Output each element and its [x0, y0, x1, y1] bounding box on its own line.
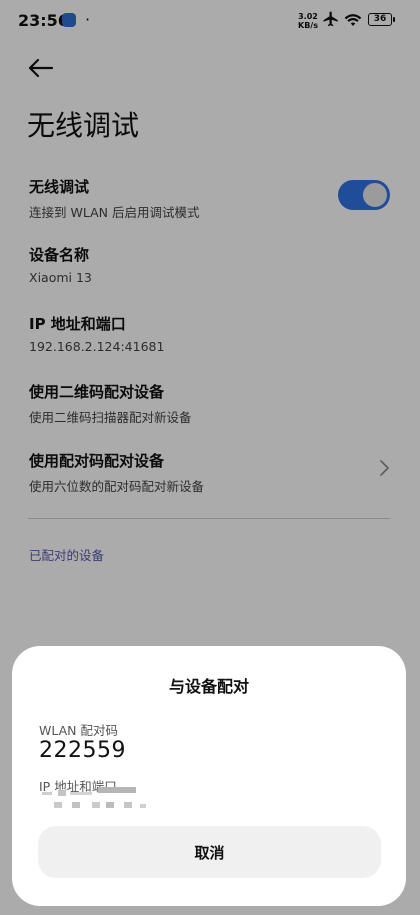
pairing-code-label: WLAN 配对码 — [39, 723, 118, 738]
dialog-title: 与设备配对 — [168, 677, 249, 696]
screen: 23:56 · 3.02 KB/s 36 无线调试 无线调试 连接到 WLAN … — [0, 0, 420, 915]
redacted-ip-value — [40, 786, 160, 810]
pairing-code-value: 222559 — [39, 738, 126, 763]
pairing-dialog: 与设备配对 WLAN 配对码 222559 IP 地址和端口 取消 — [12, 646, 406, 906]
cancel-button[interactable]: 取消 — [38, 826, 381, 878]
